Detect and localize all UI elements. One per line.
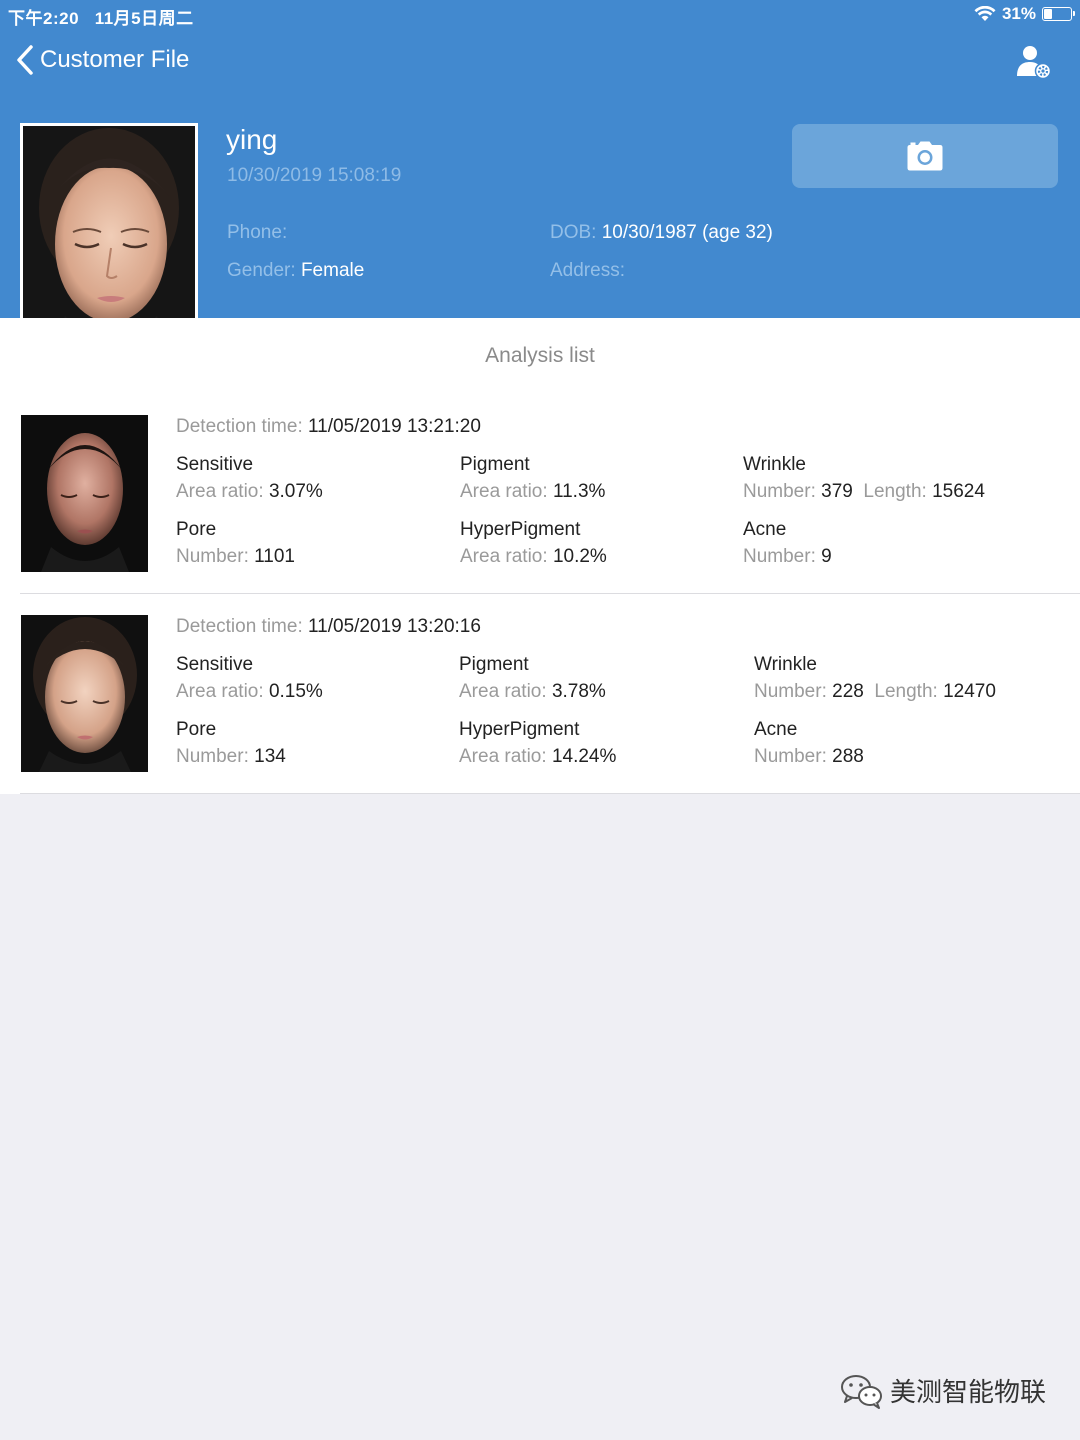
metric-acne-label: Number:: [743, 546, 816, 567]
battery-cap: [1073, 11, 1075, 16]
battery-percent: 31%: [1001, 4, 1036, 23]
metric-hyperpigment: HyperPigment Area ratio: 14.24%: [459, 719, 616, 768]
metric-acne-value: 9: [821, 546, 832, 567]
metric-acne: Acne Number: 288: [754, 719, 864, 768]
analysis-thumbnail: [21, 615, 148, 772]
face-thumbnail: [21, 415, 148, 572]
watermark: 美测智能物联: [840, 1372, 1046, 1409]
metric-pigment: Pigment Area ratio: 3.78%: [459, 654, 606, 703]
metric-hyperpigment-label: Area ratio:: [459, 746, 547, 767]
battery-icon: [1042, 7, 1075, 21]
metric-sensitive: Sensitive Area ratio: 0.15%: [176, 654, 323, 703]
detection-time: Detection time: 11/05/2019 13:21:20: [176, 416, 481, 438]
detection-time-value: 11/05/2019 13:20:16: [308, 616, 481, 637]
metric-pore-name: Pore: [176, 719, 217, 740]
camera-button[interactable]: [792, 124, 1058, 188]
analysis-record-2[interactable]: Detection time: 11/05/2019 13:20:16 Sens…: [0, 594, 1080, 794]
detection-time-label: Detection time:: [176, 416, 303, 437]
status-time: 下午2:20 11月5日周二: [8, 4, 194, 29]
metric-pore: Pore Number: 134: [176, 719, 286, 768]
gender-value: Female: [300, 260, 365, 281]
metric-hyperpigment-value: 14.24%: [551, 746, 617, 767]
address-info: Address:: [550, 260, 625, 282]
status-bar: 下午2:20 11月5日周二 31%: [0, 0, 1080, 28]
metric-sensitive-name: Sensitive: [176, 454, 254, 475]
wechat-icon: [840, 1374, 882, 1409]
metric-wrinkle-length-label: Length:: [874, 681, 938, 702]
metric-pigment: Pigment Area ratio: 11.3%: [460, 454, 605, 503]
metric-wrinkle-length-label: Length:: [863, 481, 927, 502]
metric-pigment-value: 3.78%: [551, 681, 606, 702]
metric-wrinkle: Wrinkle Number: 379 Length: 15624: [743, 454, 985, 503]
detection-time-label: Detection time:: [176, 616, 303, 637]
metric-pore-name: Pore: [176, 519, 217, 540]
metric-pore-label: Number:: [176, 546, 249, 567]
metric-pigment-name: Pigment: [459, 654, 529, 675]
metric-pore-label: Number:: [176, 746, 249, 767]
metric-wrinkle: Wrinkle Number: 228 Length: 12470: [754, 654, 996, 703]
metric-wrinkle-name: Wrinkle: [754, 654, 817, 675]
gender-label: Gender:: [227, 260, 296, 281]
address-label: Address:: [550, 260, 625, 281]
metric-acne-name: Acne: [743, 519, 787, 540]
customer-name: ying: [226, 124, 278, 155]
analysis-record-1[interactable]: Detection time: 11/05/2019 13:21:20 Sens…: [0, 394, 1080, 594]
watermark-text: 美测智能物联: [889, 1377, 1046, 1407]
back-button-label: Customer File: [40, 46, 190, 73]
metric-hyperpigment: HyperPigment Area ratio: 10.2%: [460, 519, 607, 568]
wifi-icon: [974, 6, 996, 21]
status-indicators: 31%: [974, 4, 1075, 24]
metric-hyperpigment-name: HyperPigment: [460, 519, 581, 540]
metric-pigment-label: Area ratio:: [459, 681, 547, 702]
status-date: 11月5日周二: [94, 9, 194, 28]
metric-hyperpigment-name: HyperPigment: [459, 719, 580, 740]
metric-wrinkle-number-label: Number:: [743, 481, 816, 502]
metric-wrinkle-length: 15624: [932, 481, 985, 502]
phone-label: Phone:: [227, 222, 288, 243]
metric-acne-name: Acne: [754, 719, 798, 740]
face-thumbnail: [21, 615, 148, 772]
metric-wrinkle-number-label: Number:: [754, 681, 827, 702]
battery-fill: [1044, 9, 1052, 19]
metric-sensitive-value: 0.15%: [268, 681, 323, 702]
metric-hyperpigment-label: Area ratio:: [460, 546, 548, 567]
metric-pore: Pore Number: 1101: [176, 519, 295, 568]
metric-pore-value: 1101: [254, 546, 295, 567]
metric-pigment-label: Area ratio:: [460, 481, 548, 502]
metric-sensitive: Sensitive Area ratio: 3.07%: [176, 454, 323, 503]
dob-info: DOB: 10/30/1987 (age 32): [550, 222, 773, 244]
metric-pigment-name: Pigment: [460, 454, 530, 475]
camera-icon: [907, 141, 943, 171]
detection-time: Detection time: 11/05/2019 13:20:16: [176, 616, 481, 638]
metric-acne: Acne Number: 9: [743, 519, 832, 568]
phone-info: Phone:: [227, 222, 287, 244]
metric-wrinkle-length: 12470: [943, 681, 996, 702]
metric-sensitive-value: 3.07%: [268, 481, 323, 502]
metric-hyperpigment-value: 10.2%: [552, 546, 607, 567]
detection-time-value: 11/05/2019 13:21:20: [308, 416, 481, 437]
user-settings-icon: [1017, 46, 1052, 80]
chevron-left-icon: [17, 45, 33, 75]
metric-wrinkle-number: 228: [832, 681, 864, 702]
metric-acne-value: 288: [832, 746, 864, 767]
status-clock: 下午2:20: [8, 9, 80, 28]
metric-wrinkle-name: Wrinkle: [743, 454, 806, 475]
row-divider: [20, 793, 1080, 794]
analysis-list-title: Analysis list: [0, 318, 1080, 394]
metric-sensitive-label: Area ratio:: [176, 681, 264, 702]
analysis-thumbnail: [21, 415, 148, 572]
gender-info: Gender: Female: [227, 260, 364, 282]
dob-value: 10/30/1987 (age 32): [601, 222, 773, 243]
navigation-bar: Customer File: [0, 40, 1080, 88]
metric-sensitive-label: Area ratio:: [176, 481, 264, 502]
metric-sensitive-name: Sensitive: [176, 654, 254, 675]
metric-pigment-value: 11.3%: [552, 481, 606, 502]
customer-created-time: 10/30/2019 15:08:19: [227, 165, 402, 186]
user-settings-button[interactable]: [1016, 44, 1052, 80]
metric-wrinkle-number: 379: [821, 481, 853, 502]
metric-pore-value: 134: [254, 746, 286, 767]
back-button[interactable]: Customer File: [14, 44, 189, 76]
metric-acne-label: Number:: [754, 746, 827, 767]
dob-label: DOB:: [550, 222, 597, 243]
